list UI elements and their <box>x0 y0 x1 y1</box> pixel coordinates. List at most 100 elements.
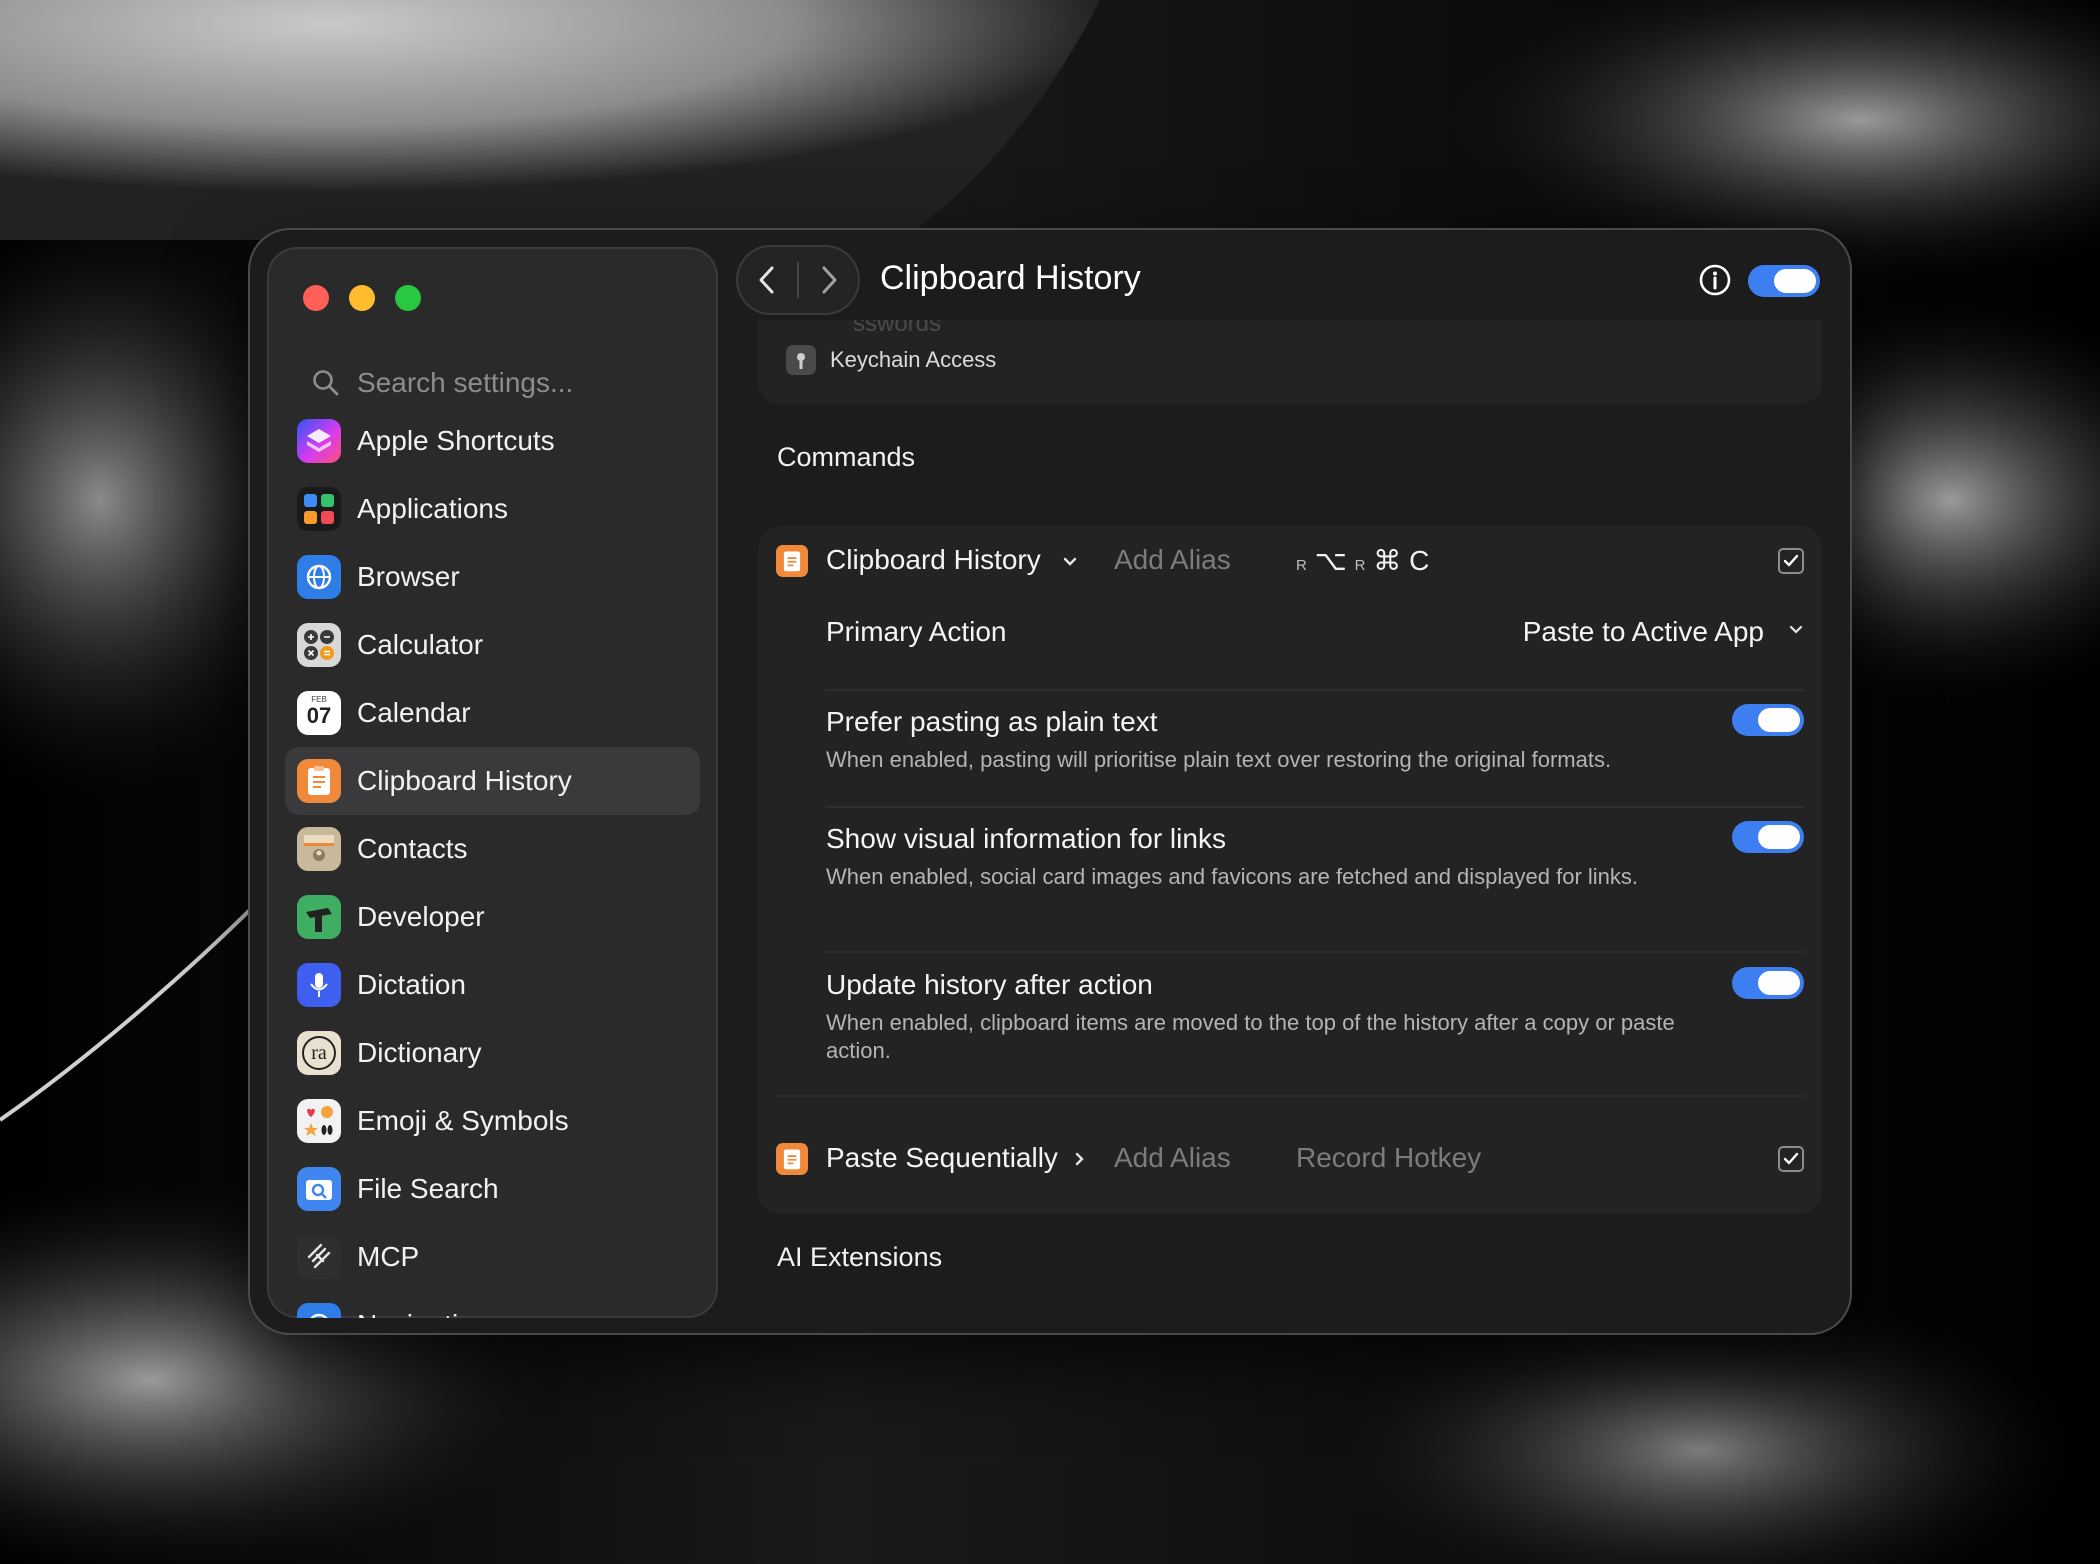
keychain-access-item[interactable]: Keychain Access <box>786 345 996 375</box>
clipboard-icon <box>776 545 808 577</box>
sidebar-item-emoji-symbols[interactable]: Emoji & Symbols <box>285 1087 700 1155</box>
record-hotkey-field[interactable]: Record Hotkey <box>1296 1142 1481 1174</box>
zoom-window-button[interactable] <box>395 285 421 311</box>
command-row-paste-sequentially: Paste Sequentially Add Alias Record Hotk… <box>758 1124 1822 1194</box>
sidebar-item-file-search[interactable]: File Search <box>285 1155 700 1223</box>
search-bar <box>305 357 685 409</box>
ai-extensions-section-title: AI Extensions <box>777 1242 943 1272</box>
extension-enabled-toggle[interactable] <box>1748 265 1820 297</box>
chevron-down-icon[interactable] <box>1788 624 1804 636</box>
primary-action-value[interactable]: Paste to Active App <box>1523 616 1764 648</box>
setting-update-history: Update history after action When enabled… <box>826 967 1804 1065</box>
mcp-icon <box>297 1235 341 1279</box>
applications-icon <box>297 487 341 531</box>
sidebar-item-dictation[interactable]: Dictation <box>285 951 700 1019</box>
emoji-icon <box>297 1099 341 1143</box>
setting-link-preview: Show visual information for links When e… <box>826 821 1804 891</box>
calendar-icon: FEB 07 <box>297 691 341 735</box>
sidebar-item-developer[interactable]: Developer <box>285 883 700 951</box>
sidebar-item-label: Dictionary <box>357 1037 482 1068</box>
chevron-right-icon[interactable] <box>1074 1151 1086 1167</box>
sidebar-item-dictionary[interactable]: ra Dictionary <box>285 1019 700 1087</box>
sidebar-item-contacts[interactable]: Contacts <box>285 815 700 883</box>
hotkey-right-marker: R <box>1296 557 1307 574</box>
toolbar: Clipboard History <box>736 245 1850 319</box>
shortcuts-icon <box>297 419 341 463</box>
plain-text-toggle[interactable] <box>1732 704 1804 736</box>
toggle-knob <box>1774 269 1816 293</box>
sidebar-item-label: Dictation <box>357 969 466 1000</box>
chevron-left-icon <box>759 266 773 294</box>
command-row-clipboard-history: Clipboard History Add Alias R ⌥ R ⌘ C <box>758 526 1822 596</box>
sidebar-item-label: Browser <box>357 561 460 592</box>
setting-description: When enabled, pasting will prioritise pl… <box>826 747 1612 772</box>
info-icon[interactable] <box>1698 263 1732 297</box>
sidebar-item-navigation[interactable]: Navigation <box>285 1291 700 1318</box>
sidebar-item-apple-shortcuts[interactable]: Apple Shortcuts <box>285 407 700 475</box>
checkmark-icon <box>1783 1152 1799 1165</box>
sidebar-item-label: Emoji & Symbols <box>357 1105 569 1136</box>
settings-window: Apple Shortcuts Applications Browser Cal… <box>250 230 1850 1333</box>
contacts-icon <box>297 827 341 871</box>
sidebar-item-label: Contacts <box>357 833 468 864</box>
chevron-down-icon[interactable] <box>1062 556 1078 568</box>
navigation-icon <box>297 1303 341 1318</box>
hotkey-right-marker: R <box>1354 557 1366 574</box>
link-preview-toggle[interactable] <box>1732 821 1804 853</box>
keychain-card: sswords Keychain Access <box>758 320 1822 404</box>
checkmark-icon <box>1783 554 1799 567</box>
dictionary-icon: ra <box>297 1031 341 1075</box>
sidebar-item-label: Developer <box>357 901 485 932</box>
calculator-icon <box>297 623 341 667</box>
sidebar-nav-list: Apple Shortcuts Applications Browser Cal… <box>267 407 718 1318</box>
chevron-right-icon <box>822 266 837 294</box>
browser-icon <box>297 555 341 599</box>
add-alias-field[interactable]: Add Alias <box>1114 1142 1231 1174</box>
setting-description: When enabled, social card images and fav… <box>826 864 1639 889</box>
sidebar-item-label: Navigation <box>357 1309 489 1318</box>
command-enabled-checkbox[interactable] <box>1778 1146 1804 1172</box>
command-enabled-checkbox[interactable] <box>1778 548 1804 574</box>
divider <box>826 951 1804 953</box>
commands-section-title: Commands <box>777 442 916 472</box>
hotkey-display[interactable]: R ⌥ R ⌘ C <box>1296 544 1429 577</box>
sidebar-item-calculator[interactable]: Calculator <box>285 611 700 679</box>
forward-button[interactable] <box>799 245 860 315</box>
option-key: ⌥ <box>1314 545 1347 576</box>
close-window-button[interactable] <box>303 285 329 311</box>
dictionary-glyph: ra <box>311 1041 327 1064</box>
clipboard-icon <box>297 759 341 803</box>
setting-description: When enabled, clipboard items are moved … <box>826 1010 1675 1063</box>
setting-title: Prefer pasting as plain text <box>826 706 1158 737</box>
sidebar-item-clipboard-history[interactable]: Clipboard History <box>285 747 700 815</box>
keychain-icon <box>786 345 816 375</box>
divider <box>826 806 1804 808</box>
command-name[interactable]: Clipboard History <box>826 544 1041 576</box>
page-title: Clipboard History <box>880 259 1141 297</box>
sidebar-item-calendar[interactable]: FEB 07 Calendar <box>285 679 700 747</box>
sidebar-item-applications[interactable]: Applications <box>285 475 700 543</box>
sidebar-item-mcp[interactable]: MCP <box>285 1223 700 1291</box>
setting-plain-text: Prefer pasting as plain text When enable… <box>826 704 1804 774</box>
microphone-icon <box>297 963 341 1007</box>
toggle-knob <box>1758 971 1800 995</box>
sidebar-item-browser[interactable]: Browser <box>285 543 700 611</box>
section-heading-faded: sswords <box>853 320 942 337</box>
toggle-track <box>1732 967 1804 999</box>
primary-action-row[interactable]: Primary Action Paste to Active App <box>826 616 1804 666</box>
minimize-window-button[interactable] <box>349 285 375 311</box>
divider <box>776 1095 1804 1097</box>
command-name[interactable]: Paste Sequentially <box>826 1142 1058 1174</box>
setting-title: Update history after action <box>826 969 1153 1000</box>
search-input[interactable] <box>355 366 679 400</box>
sidebar: Apple Shortcuts Applications Browser Cal… <box>267 247 718 1318</box>
calendar-day: 07 <box>306 703 332 728</box>
settings-content: sswords Keychain Access Commands Clipboa… <box>750 320 1830 1333</box>
add-alias-field[interactable]: Add Alias <box>1114 544 1231 576</box>
history-navigation <box>736 245 860 315</box>
sidebar-item-label: Apple Shortcuts <box>357 425 555 456</box>
command-key: ⌘ <box>1373 545 1402 576</box>
back-button[interactable] <box>736 245 797 315</box>
toggle-track <box>1732 821 1804 853</box>
update-history-toggle[interactable] <box>1732 967 1804 999</box>
